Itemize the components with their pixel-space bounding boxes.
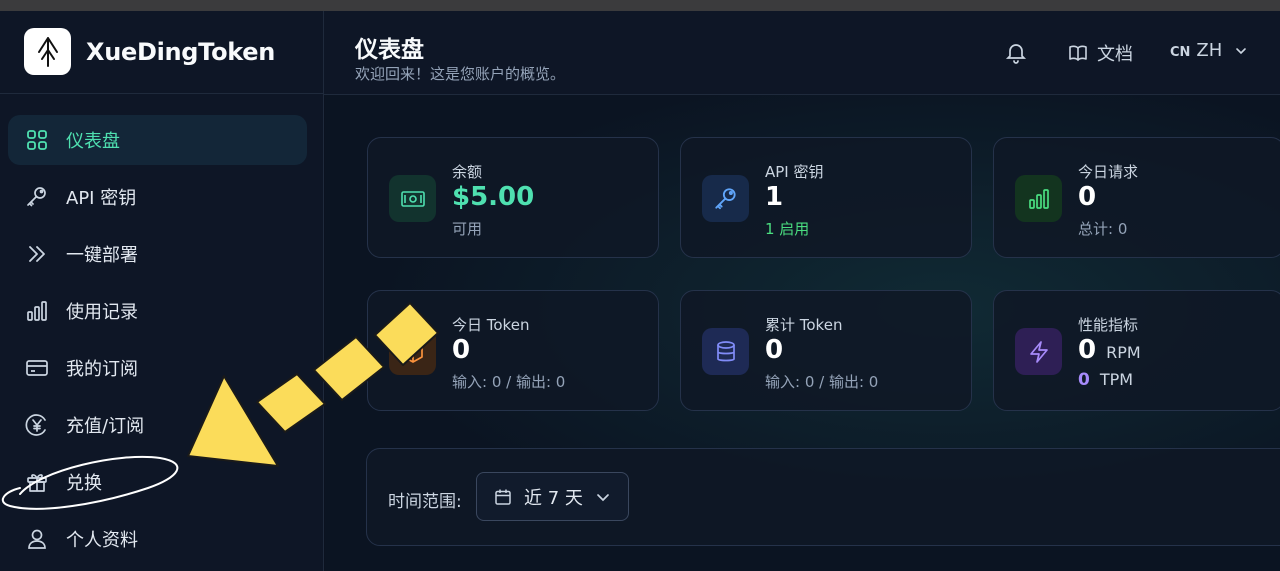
stat-sub: 可用 — [452, 220, 483, 238]
credit-card-icon — [24, 355, 50, 381]
top-header: 仪表盘 欢迎回来！这是您账户的概览。 文档 CN ZH — [324, 11, 1280, 95]
stat-value: $5.00 — [452, 182, 535, 212]
key-icon — [24, 184, 50, 210]
stat-label: 性能指标 — [1078, 316, 1139, 334]
key-icon — [702, 175, 749, 222]
bar-chart-icon — [24, 298, 50, 324]
bar-chart-icon — [1015, 175, 1062, 222]
sidebar-item-deploy[interactable]: 一键部署 — [8, 229, 307, 279]
sidebar-item-label: 我的订阅 — [66, 359, 138, 380]
stat-label: 累计 Token — [765, 316, 843, 334]
stat-card-balance: 余额 $5.00 可用 — [367, 137, 659, 258]
stat-sub: 总计: 0 — [1078, 220, 1128, 238]
calendar-icon — [495, 489, 511, 505]
rpm-unit: RPM — [1106, 343, 1141, 362]
app-name: XueDingToken — [86, 38, 276, 66]
stat-value: 1 — [765, 182, 784, 212]
sidebar-item-label: API 密钥 — [66, 188, 137, 209]
stat-card-requests-today: 今日请求 0 总计: 0 — [993, 137, 1280, 258]
stat-card-tokens-total: 累计 Token 0 输入: 0 / 输出: 0 — [680, 290, 972, 411]
main-content: 余额 $5.00 可用 API 密钥 1 1 启用 今日请求 0 总计: 0 今… — [325, 95, 1280, 571]
stat-value: 0 — [765, 335, 784, 365]
rpm-value: 0 — [1078, 335, 1097, 365]
sidebar-item-label: 使用记录 — [66, 302, 138, 323]
sidebar-item-label: 充值/订阅 — [66, 416, 145, 437]
sidebar-item-usage[interactable]: 使用记录 — [8, 286, 307, 336]
filter-label: 时间范围: — [388, 492, 462, 512]
rpm-metric: 0 RPM — [1078, 335, 1141, 365]
language-selector[interactable]: CN ZH — [1170, 40, 1248, 61]
cube-icon — [389, 328, 436, 375]
logo[interactable] — [24, 28, 71, 75]
brand: XueDingToken — [0, 11, 323, 94]
sidebar-item-label: 兑换 — [66, 473, 102, 494]
stat-label: 今日请求 — [1078, 163, 1139, 181]
notifications-button[interactable] — [1004, 40, 1028, 68]
stat-sub: 输入: 0 / 输出: 0 — [765, 373, 879, 391]
stat-sub: 1 启用 — [765, 220, 810, 238]
docs-label: 文档 — [1097, 44, 1133, 65]
tpm-value: 0 — [1078, 370, 1090, 390]
money-icon — [389, 175, 436, 222]
sidebar-item-label: 一键部署 — [66, 245, 138, 266]
stat-card-api-keys: API 密钥 1 1 启用 — [680, 137, 972, 258]
book-icon — [1069, 45, 1087, 61]
docs-link[interactable]: 文档 — [1068, 40, 1133, 66]
sidebar-item-dashboard[interactable]: 仪表盘 — [8, 115, 307, 165]
sidebar: XueDingToken 仪表盘 API 密钥 一键部署 使用记录 我的订阅 充… — [0, 11, 324, 571]
grid-icon — [24, 127, 50, 153]
time-range-select[interactable]: 近 7 天 — [476, 472, 629, 521]
sidebar-item-api-keys[interactable]: API 密钥 — [8, 172, 307, 222]
sidebar-item-subscriptions[interactable]: 我的订阅 — [8, 343, 307, 393]
tpm-unit: TPM — [1099, 370, 1134, 389]
stat-card-performance: 性能指标 0 RPM 0 TPM — [993, 290, 1280, 411]
language-code: ZH — [1196, 40, 1223, 61]
sidebar-item-recharge[interactable]: 充值/订阅 — [8, 400, 307, 450]
page-subtitle: 欢迎回来！这是您账户的概览。 — [355, 65, 566, 83]
stat-card-tokens-today: 今日 Token 0 输入: 0 / 输出: 0 — [367, 290, 659, 411]
time-range-value: 近 7 天 — [524, 487, 583, 509]
gift-icon — [24, 469, 50, 495]
bell-icon — [1005, 44, 1027, 64]
double-chevron-right-icon — [24, 241, 50, 267]
page-title: 仪表盘 — [355, 37, 424, 63]
sidebar-item-profile[interactable]: 个人资料 — [8, 514, 307, 564]
sidebar-item-label: 个人资料 — [66, 530, 138, 551]
bolt-icon — [1015, 328, 1062, 375]
stat-label: 余额 — [452, 163, 483, 181]
database-icon — [702, 328, 749, 375]
stat-value: 0 — [1078, 182, 1097, 212]
tpm-metric: 0 TPM — [1078, 370, 1133, 390]
stat-label: API 密钥 — [765, 163, 824, 181]
chevron-down-icon — [597, 493, 609, 501]
chevron-down-icon — [1236, 47, 1247, 54]
stat-sub: 输入: 0 / 输出: 0 — [452, 373, 566, 391]
yen-circle-icon — [24, 412, 50, 438]
sidebar-item-label: 仪表盘 — [66, 131, 120, 152]
time-range-filter: 时间范围: 近 7 天 — [366, 448, 1280, 546]
logo-arrow-icon — [37, 36, 58, 67]
stat-value: 0 — [452, 335, 471, 365]
user-icon — [24, 526, 50, 552]
flag-label: CN — [1170, 45, 1191, 60]
sidebar-item-redeem[interactable]: 兑换 — [8, 457, 307, 507]
window-top-strip — [0, 0, 1280, 11]
stat-label: 今日 Token — [452, 316, 530, 334]
